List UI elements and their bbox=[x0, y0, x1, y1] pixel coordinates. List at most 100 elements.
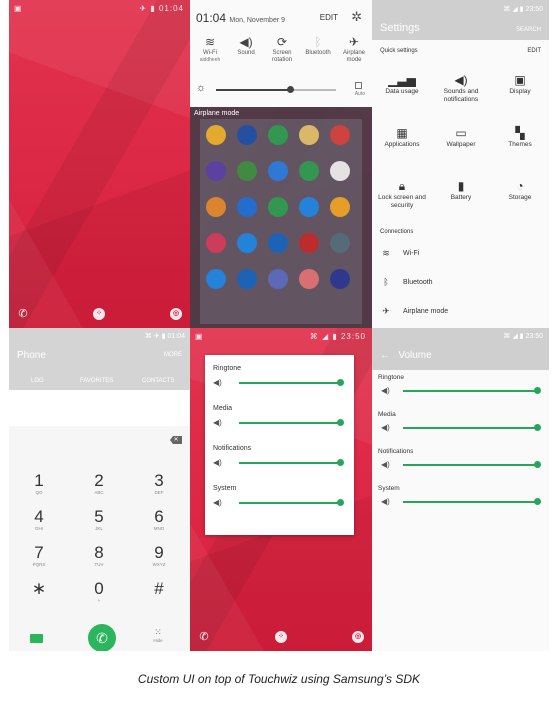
phone-icon[interactable]: ✆ bbox=[198, 631, 210, 643]
app-icon-shape bbox=[330, 197, 350, 217]
volume-slider-knob[interactable] bbox=[534, 424, 541, 431]
settings-item-display[interactable]: ▣ Display bbox=[490, 72, 549, 96]
search-button[interactable]: SEARCH bbox=[516, 27, 541, 33]
call-button[interactable]: ✆ bbox=[88, 624, 116, 651]
hide-keypad-button[interactable]: ⁙ Hide bbox=[148, 627, 168, 643]
volume-slider-knob[interactable] bbox=[337, 379, 344, 386]
app-icon[interactable] bbox=[235, 197, 259, 217]
dial-key[interactable]: 2 ABC bbox=[69, 472, 129, 496]
shade-time: 01:04 bbox=[196, 11, 227, 25]
app-icon[interactable] bbox=[204, 269, 228, 289]
app-icon[interactable] bbox=[204, 197, 228, 217]
settings-item-sound[interactable]: ◀) Sounds and notifications bbox=[431, 72, 491, 104]
dial-key[interactable]: 1 QO bbox=[9, 472, 69, 496]
tab-log[interactable]: LOG bbox=[31, 378, 44, 384]
volume-slider-track[interactable] bbox=[403, 427, 539, 429]
app-icon[interactable] bbox=[297, 161, 321, 181]
dial-key[interactable]: 4 GHI bbox=[9, 508, 69, 532]
volume-slider-knob[interactable] bbox=[337, 499, 344, 506]
volume-slider-knob[interactable] bbox=[534, 387, 541, 394]
app-icon[interactable] bbox=[297, 125, 321, 145]
app-icon[interactable] bbox=[235, 161, 259, 181]
volume-slider-track[interactable] bbox=[239, 422, 342, 424]
connections-item-bluetooth[interactable]: ᛒ Bluetooth bbox=[380, 277, 540, 291]
app-icon[interactable] bbox=[297, 269, 321, 289]
settings-item-themes[interactable]: ▚ Themes bbox=[490, 125, 549, 149]
lock-icon: 🔒︎ bbox=[398, 179, 406, 193]
qs-toggle-airplane[interactable]: ✈ Airplane mode bbox=[336, 34, 372, 64]
qs-label: Airplane mode bbox=[342, 50, 365, 63]
video-call-icon[interactable] bbox=[30, 634, 43, 643]
app-icon[interactable] bbox=[266, 233, 290, 253]
app-icon[interactable] bbox=[266, 269, 290, 289]
dial-key[interactable]: 0 + bbox=[69, 580, 129, 604]
app-icon[interactable] bbox=[328, 125, 352, 145]
volume-slider-knob[interactable] bbox=[534, 498, 541, 505]
brightness-slider[interactable] bbox=[216, 86, 336, 93]
dial-key-letters: JKL bbox=[95, 526, 103, 531]
settings-item-applications[interactable]: ▦ Applications bbox=[372, 125, 432, 149]
app-icon[interactable] bbox=[328, 197, 352, 217]
settings-item-lock[interactable]: 🔒︎ Lock screen and security bbox=[372, 178, 432, 210]
qs-toggle-sound[interactable]: ◀) Sound bbox=[228, 34, 264, 57]
volume-slider-knob[interactable] bbox=[337, 459, 344, 466]
volume-slider-track[interactable] bbox=[403, 464, 539, 466]
settings-item-battery[interactable]: ▮ Battery bbox=[431, 178, 491, 202]
app-icon[interactable] bbox=[204, 125, 228, 145]
app-icon[interactable] bbox=[328, 269, 352, 289]
more-button[interactable]: MORE bbox=[164, 352, 182, 358]
back-arrow-icon[interactable]: ← bbox=[380, 350, 390, 361]
app-icon[interactable] bbox=[266, 125, 290, 145]
settings-item-data-usage[interactable]: ▁▃▅ Data usage bbox=[372, 72, 432, 96]
volume-slider-track[interactable] bbox=[403, 390, 539, 392]
tab-favorites[interactable]: FAVORITES bbox=[80, 378, 113, 384]
app-icon[interactable] bbox=[235, 233, 259, 253]
qs-toggle-screen-rotation[interactable]: ⟳ Screen rotation bbox=[264, 34, 300, 64]
app-icon[interactable] bbox=[328, 233, 352, 253]
volume-slider-knob[interactable] bbox=[534, 461, 541, 468]
tab-contacts[interactable]: CONTACTS bbox=[142, 378, 175, 384]
qs-toggle-bluetooth[interactable]: ᛒ Bluetooth bbox=[300, 34, 336, 57]
app-icon[interactable] bbox=[297, 197, 321, 217]
dial-key[interactable]: ∗ bbox=[9, 580, 69, 598]
dial-key[interactable]: 6 MNO bbox=[129, 508, 189, 532]
dial-key[interactable]: # bbox=[129, 580, 189, 598]
connections-item-airplane[interactable]: ✈ Airplane mode bbox=[380, 306, 540, 320]
app-icon[interactable] bbox=[235, 125, 259, 145]
edit-button[interactable]: EDIT bbox=[527, 48, 541, 54]
apps-icon[interactable]: ⁘ bbox=[275, 631, 287, 643]
dial-key[interactable]: 7 PQRS bbox=[9, 544, 69, 568]
chrome-icon[interactable]: ◎ bbox=[170, 308, 182, 320]
edit-button[interactable]: EDIT bbox=[320, 13, 338, 22]
app-icon[interactable] bbox=[204, 233, 228, 253]
qs-toggle-wifi[interactable]: ≋ Wi-Fi aiddheeh bbox=[192, 34, 228, 63]
apps-icon[interactable]: ⁘ bbox=[93, 308, 105, 320]
airplane-icon: ✈ bbox=[382, 306, 390, 316]
volume-slider-track[interactable] bbox=[239, 382, 342, 384]
dial-key[interactable]: 5 JKL bbox=[69, 508, 129, 532]
volume-slider-track[interactable] bbox=[403, 501, 539, 503]
app-icon[interactable] bbox=[235, 269, 259, 289]
volume-slider-track[interactable] bbox=[239, 462, 342, 464]
settings-item-storage[interactable]: ◔ Storage bbox=[490, 178, 549, 202]
dial-key[interactable]: 3 DEF bbox=[129, 472, 189, 496]
app-icon[interactable] bbox=[266, 197, 290, 217]
dial-key[interactable]: 9 WXYZ bbox=[129, 544, 189, 568]
gear-icon[interactable]: ✲ bbox=[351, 9, 362, 25]
brightness-knob[interactable] bbox=[287, 86, 295, 93]
app-icon[interactable] bbox=[297, 233, 321, 253]
auto-checkbox[interactable] bbox=[355, 82, 362, 89]
chrome-icon[interactable]: ◎ bbox=[352, 631, 364, 643]
backspace-icon[interactable]: ✕ bbox=[170, 436, 182, 444]
dial-key[interactable]: 8 TUV bbox=[69, 544, 129, 568]
phone-icon[interactable]: ✆ bbox=[17, 308, 29, 320]
app-icon[interactable] bbox=[266, 161, 290, 181]
app-icon[interactable] bbox=[204, 161, 228, 181]
volume-slider-knob[interactable] bbox=[337, 419, 344, 426]
auto-label: Auto bbox=[354, 91, 365, 97]
app-icon[interactable] bbox=[328, 161, 352, 181]
connections-item-wifi[interactable]: ≋ Wi-Fi bbox=[380, 248, 540, 262]
status-bar: ▣ ⌘ ◢ ▮ 23:50 bbox=[190, 328, 372, 344]
settings-item-wallpaper[interactable]: ▭ Wallpaper bbox=[431, 125, 491, 149]
volume-slider-track[interactable] bbox=[239, 502, 342, 504]
